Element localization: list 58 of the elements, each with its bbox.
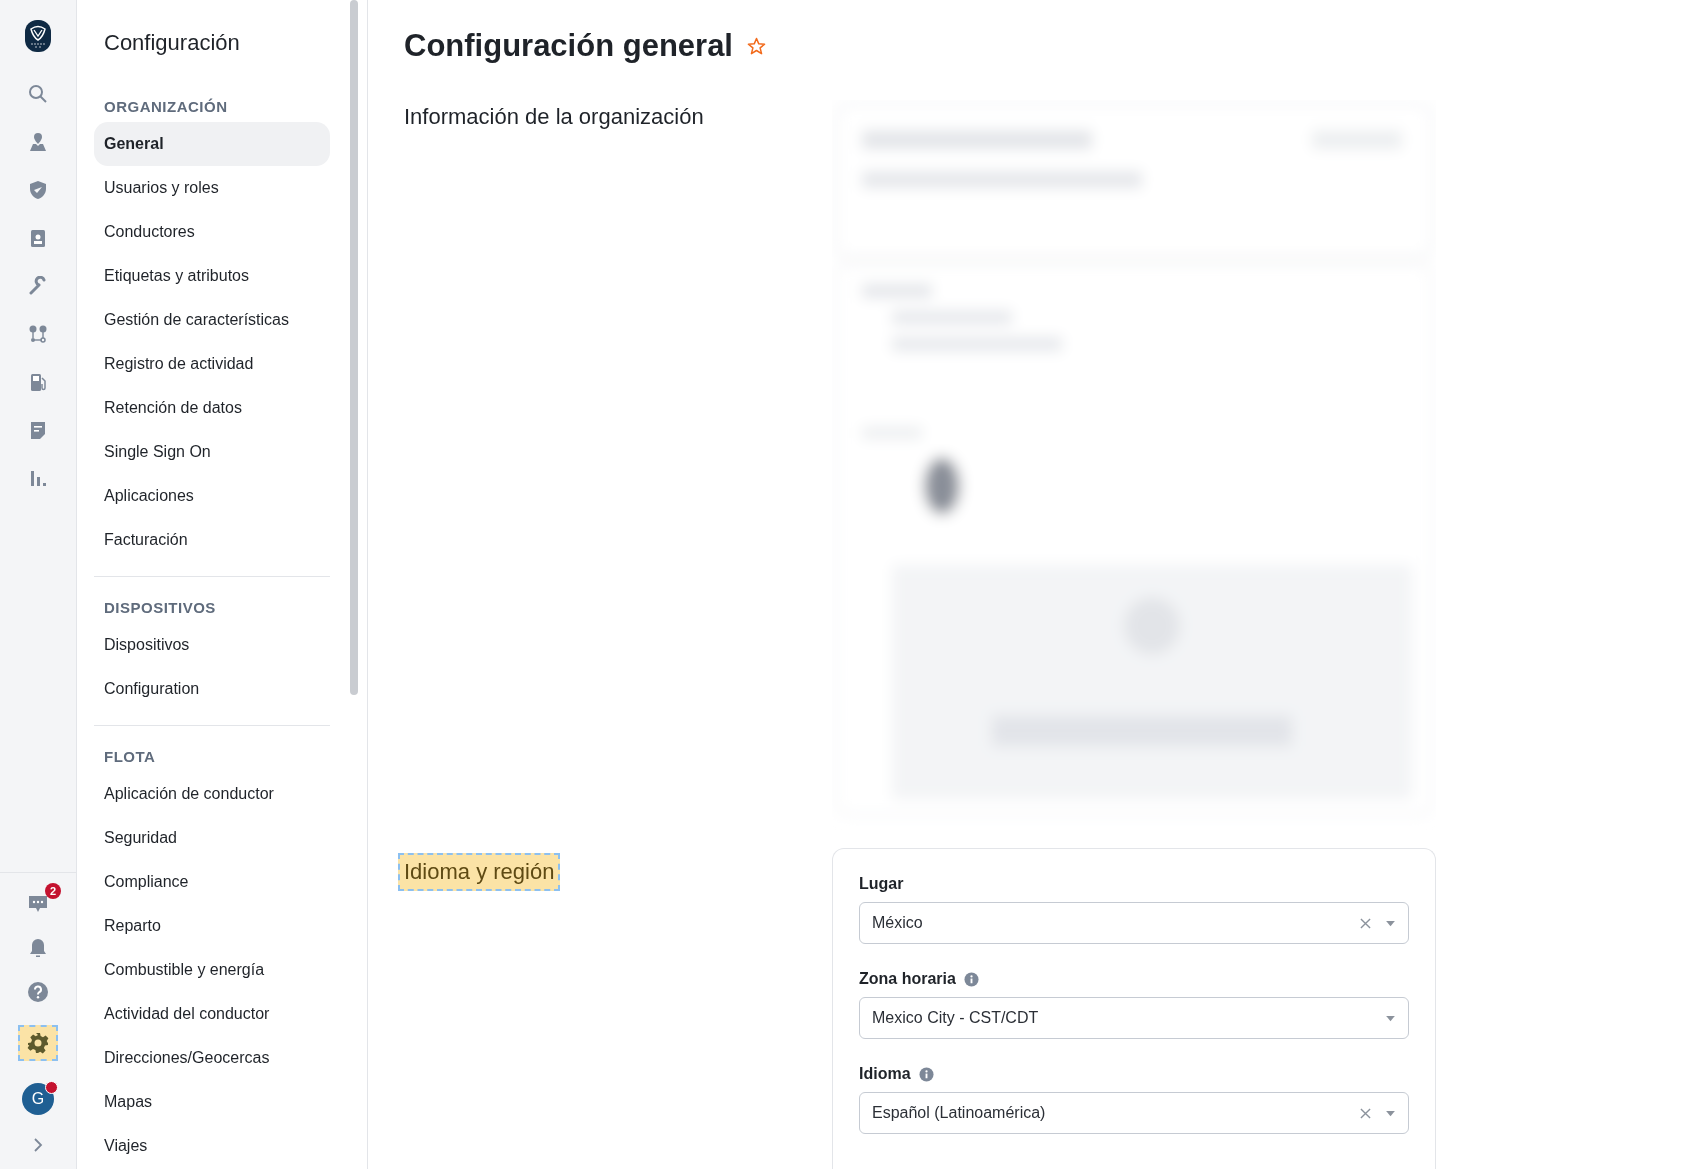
sidebar-item[interactable]: Combustible y energía [94, 948, 330, 992]
shield-check-icon[interactable] [28, 180, 48, 200]
select-field[interactable]: México [859, 902, 1409, 944]
section-heading: FLOTA [103, 746, 157, 767]
sidebar-item[interactable]: Retención de datos [94, 386, 330, 430]
field-label: Lugar [859, 875, 904, 893]
settings-icon [27, 1032, 49, 1054]
route-icon[interactable] [28, 324, 48, 344]
sidebar-item[interactable]: Usuarios y roles [94, 166, 330, 210]
star-icon[interactable] [747, 36, 766, 56]
sidebar-item[interactable]: Compliance [94, 860, 330, 904]
settings-button[interactable] [18, 1025, 58, 1061]
map-pin-icon[interactable] [28, 132, 48, 152]
sidebar-item[interactable]: Single Sign On [94, 430, 330, 474]
caret-down-icon[interactable] [1385, 1014, 1396, 1022]
sidebar-item[interactable]: General [94, 122, 330, 166]
sidebar-item[interactable]: Mapas [94, 1080, 330, 1124]
field-label: Idioma [859, 1065, 911, 1083]
section-heading: Idioma y región [398, 853, 561, 891]
page-title: Configuración general [404, 28, 733, 64]
sidebar-item[interactable]: Etiquetas y atributos [94, 254, 330, 298]
select-field[interactable]: Mexico City - CST/CDT [859, 997, 1409, 1039]
bar-chart-icon[interactable] [28, 468, 48, 488]
sidebar-item[interactable]: Reparto [94, 904, 330, 948]
id-badge-icon[interactable] [28, 228, 48, 248]
sidebar-item[interactable]: Registro de actividad [94, 342, 330, 386]
sidebar-item[interactable]: Gestión de características [94, 298, 330, 342]
sidebar-title: Configuración [103, 29, 241, 57]
status-dot [45, 1081, 58, 1094]
notification-badge: 2 [45, 883, 61, 899]
fuel-pump-icon[interactable] [28, 372, 48, 392]
section-heading: DISPOSITIVOS [103, 597, 217, 618]
sidebar-item[interactable]: Aplicaciones [94, 474, 330, 518]
caret-down-icon[interactable] [1385, 919, 1396, 927]
section-heading: ORGANIZACIÓN [103, 96, 229, 117]
sidebar-item[interactable]: Dispositivos [94, 623, 330, 667]
caret-down-icon[interactable] [1385, 1109, 1396, 1117]
sidebar-item[interactable]: Direcciones/Geocercas [94, 1036, 330, 1080]
scrollbar-thumb[interactable] [350, 0, 358, 695]
document-icon[interactable] [28, 420, 48, 440]
bell-icon[interactable] [27, 937, 49, 959]
help-icon[interactable] [27, 981, 49, 1003]
sidebar-item[interactable]: Configuration [94, 667, 330, 711]
clear-icon[interactable] [1360, 917, 1371, 929]
user-avatar[interactable]: G [22, 1083, 54, 1115]
sidebar-item[interactable]: Facturación [94, 518, 330, 562]
field-label: Zona horaria [859, 970, 956, 988]
select-field[interactable]: Español (Latinoamérica) [859, 1092, 1409, 1134]
info-icon[interactable] [918, 1066, 934, 1082]
sidebar-item[interactable]: Actividad del conductor [94, 992, 330, 1036]
sidebar-item[interactable]: Conductores [94, 210, 330, 254]
sidebar-item[interactable]: Viajes [94, 1124, 330, 1168]
clear-icon[interactable] [1360, 1107, 1371, 1119]
info-icon[interactable] [963, 971, 979, 987]
sidebar-item[interactable]: Seguridad [94, 816, 330, 860]
sidebar-item[interactable]: Aplicación de conductor [94, 772, 330, 816]
search-icon[interactable] [28, 84, 48, 104]
section-heading: Información de la organización [403, 103, 705, 131]
